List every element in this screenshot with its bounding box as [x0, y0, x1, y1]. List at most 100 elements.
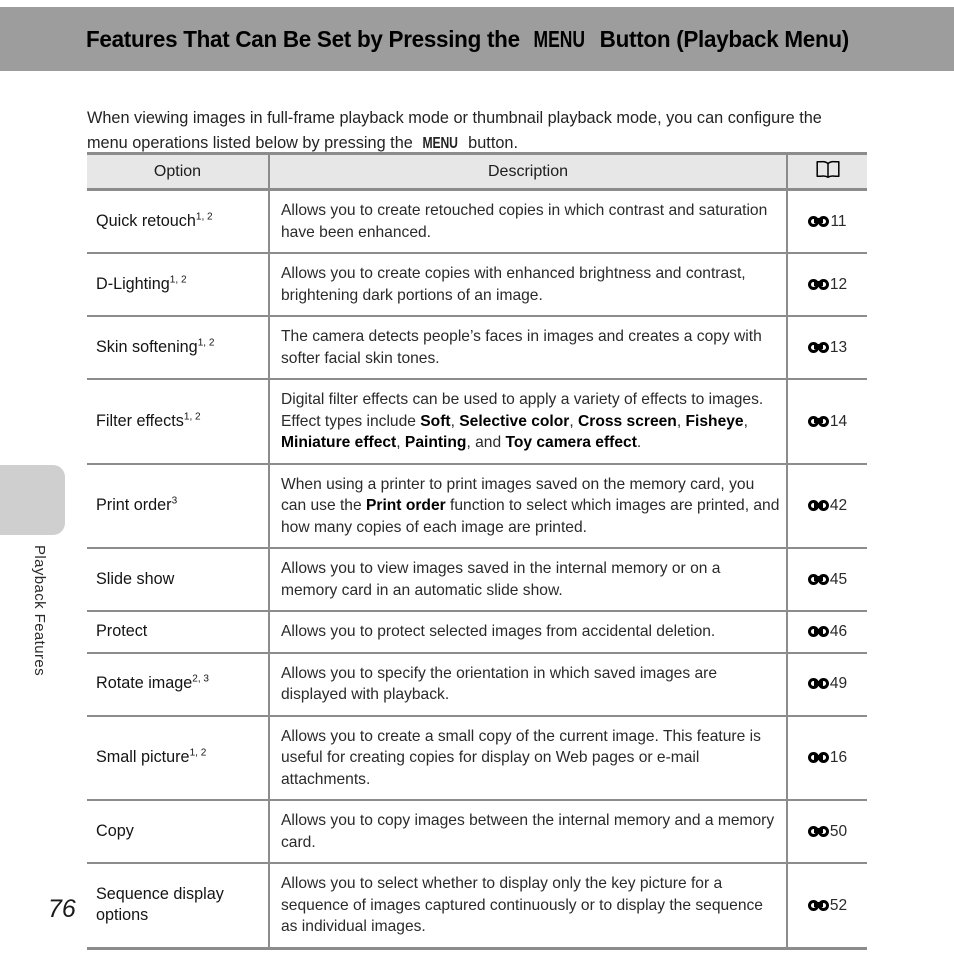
- description-cell: Allows you to select whether to display …: [268, 863, 787, 950]
- page-title: Features That Can Be Set by Pressing the…: [86, 26, 849, 53]
- description-text: Allows you to specify the orientation in…: [281, 664, 717, 704]
- reference-cell[interactable]: 11: [786, 189, 867, 254]
- column-header-option: Option: [87, 152, 269, 191]
- reference-cell[interactable]: 13: [786, 316, 867, 380]
- column-header-description: Description: [268, 152, 787, 191]
- option-cell: Copy: [87, 800, 269, 864]
- option-footnote-marker: 1, 2: [189, 747, 207, 759]
- reference-cell[interactable]: 49: [786, 652, 867, 717]
- reference-page-number: 11: [830, 212, 847, 230]
- table-row: Quick retouch1, 2 Allows you to create re…: [87, 189, 867, 254]
- table-row: Skin softening1, 2 The camera detects peo…: [87, 316, 867, 380]
- table-row: Filter effects1, 2 Digital filter effects…: [87, 379, 867, 465]
- description-text: , and: [466, 434, 506, 451]
- description-text: Allows you to create retouched copies in…: [281, 202, 768, 241]
- reference-symbol-icon: [807, 677, 829, 690]
- description-emphasis: Soft: [420, 412, 451, 430]
- table-row: Small picture1, 2 Allows you to create a …: [87, 715, 867, 801]
- option-label: Copy: [96, 821, 134, 840]
- description-cell: Allows you to create retouched copies in…: [268, 189, 787, 254]
- description-emphasis: Toy camera effect: [505, 434, 637, 451]
- reference-cell[interactable]: 42: [786, 463, 867, 549]
- description-cell: Allows you to copy images between the in…: [268, 800, 787, 864]
- reference-page-number: 16: [829, 749, 848, 766]
- option-footnote-marker: 1, 2: [183, 411, 201, 423]
- option-label: Skin softening: [96, 337, 198, 356]
- intro-paragraph: When viewing images in full-frame playba…: [87, 106, 857, 156]
- table-row: Copy Allows you to copy images between th…: [87, 800, 867, 864]
- reference-page-number: 52: [829, 896, 848, 914]
- description-cell: Allows you to protect selected images fr…: [268, 611, 787, 654]
- description-cell: Allows you to create copies with enhance…: [268, 253, 787, 317]
- reference-page-number: 14: [829, 412, 848, 430]
- reference-symbol-icon: [807, 278, 829, 291]
- reference-symbol-icon: [808, 215, 830, 228]
- reference-cell[interactable]: 50: [786, 800, 867, 864]
- option-label: Quick retouch: [96, 211, 196, 230]
- description-cell: Allows you to view images saved in the i…: [268, 548, 787, 612]
- reference-page-number: 13: [829, 338, 848, 356]
- description-text: .: [636, 434, 642, 451]
- page-number: 76: [48, 895, 76, 923]
- option-cell: Quick retouch1, 2: [87, 189, 269, 254]
- reference-symbol-icon: [807, 625, 829, 638]
- reference-symbol-icon: [807, 899, 829, 912]
- description-emphasis: Selective color: [459, 412, 570, 430]
- description-text: Allows you to create copies with enhance…: [281, 265, 746, 304]
- reference-cell[interactable]: 52: [786, 863, 867, 950]
- description-emphasis: Painting: [404, 434, 467, 451]
- description-emphasis: Fisheye: [685, 412, 744, 430]
- description-text: ,: [743, 412, 748, 430]
- description-emphasis: Cross screen: [578, 412, 677, 430]
- description-text: Allows you to create a small copy of the…: [281, 727, 761, 788]
- reference-cell[interactable]: 45: [786, 548, 867, 612]
- table-header: Option Description: [87, 152, 867, 191]
- menu-button-glyph: MENU: [533, 25, 586, 52]
- option-label: Small picture: [96, 748, 190, 766]
- table-row: Rotate image2, 3 Allows you to specify th…: [87, 652, 867, 717]
- playback-menu-table: Option Description Quick retouch1, 2 Allo…: [87, 152, 867, 950]
- reference-cell[interactable]: 12: [786, 253, 867, 317]
- option-label: D-Lighting: [96, 274, 170, 293]
- reference-symbol-icon: [807, 341, 829, 354]
- option-label: Protect: [96, 622, 148, 640]
- reference-symbol-icon: [807, 499, 829, 512]
- description-text: ,: [450, 412, 460, 430]
- reference-page-number: 46: [829, 623, 848, 640]
- description-text: Allows you to protect selected images fr…: [281, 623, 716, 640]
- option-label: Sequence display options: [96, 884, 224, 925]
- section-edge-tab: [0, 465, 65, 535]
- option-cell: Print order3: [87, 463, 269, 549]
- section-vertical-label: Playback Features: [31, 545, 48, 677]
- table-row: D-Lighting1, 2 Allows you to create copie…: [87, 253, 867, 317]
- table-row: Print order3 When using a printer to prin…: [87, 463, 867, 549]
- description-text: Allows you to copy images between the in…: [281, 812, 775, 851]
- reference-page-number: 12: [829, 275, 848, 293]
- option-cell: Sequence display options: [87, 863, 269, 950]
- option-cell: Filter effects1, 2: [87, 379, 269, 465]
- reference-page-number: 50: [829, 822, 848, 840]
- option-label: Rotate image: [96, 674, 193, 693]
- page-header-band: Features That Can Be Set by Pressing the…: [0, 7, 954, 71]
- description-text: Allows you to select whether to display …: [281, 875, 763, 935]
- option-label: Filter effects: [96, 411, 184, 430]
- description-emphasis: Print order: [365, 497, 446, 514]
- description-cell: The camera detects people’s faces in ima…: [268, 316, 787, 380]
- reference-cell[interactable]: 14: [786, 379, 867, 465]
- option-cell: Slide show: [87, 548, 269, 612]
- option-footnote-marker: 1, 2: [197, 337, 215, 349]
- option-cell: Skin softening1, 2: [87, 316, 269, 380]
- book-icon: [815, 160, 840, 183]
- description-cell: Allows you to create a small copy of the…: [268, 715, 787, 801]
- option-cell: Rotate image2, 3: [87, 652, 269, 717]
- option-footnote-marker: 1, 2: [195, 211, 213, 223]
- option-footnote-marker: 2, 3: [192, 673, 210, 685]
- reference-symbol-icon: [807, 573, 829, 586]
- reference-cell[interactable]: 16: [786, 715, 867, 801]
- description-cell: When using a printer to print images sav…: [268, 463, 787, 549]
- option-footnote-marker: 1, 2: [169, 274, 187, 286]
- option-cell: Protect: [87, 611, 269, 654]
- reference-symbol-icon: [807, 751, 829, 764]
- reference-page-number: 49: [829, 675, 848, 693]
- reference-cell[interactable]: 46: [786, 611, 867, 654]
